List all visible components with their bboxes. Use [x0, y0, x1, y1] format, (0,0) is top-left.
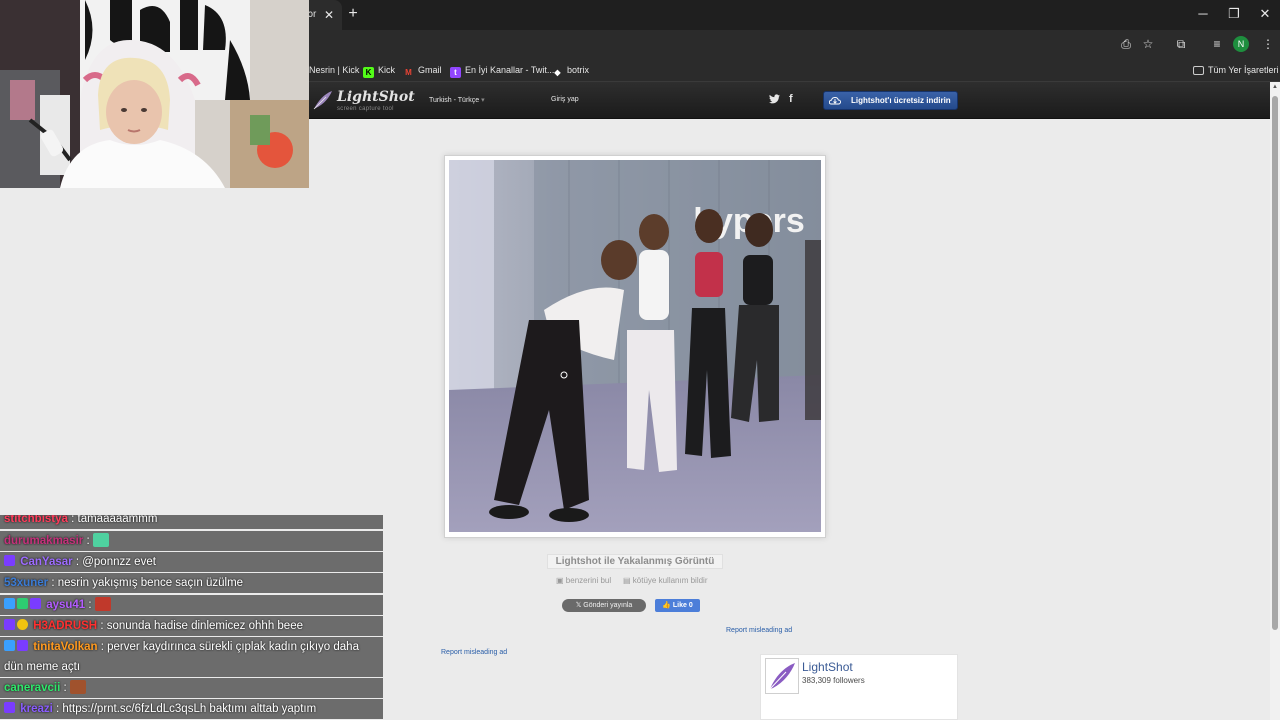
- chat-username: stitchbistya: [4, 515, 68, 525]
- tweet-button[interactable]: 𝕏 Gönderi yayınla: [562, 599, 646, 612]
- kick-icon: K: [363, 67, 374, 78]
- report-ad-link-right[interactable]: Report misleading ad: [726, 627, 792, 634]
- minimize-button[interactable]: ─: [1188, 0, 1218, 30]
- gift-badge-icon: [17, 619, 28, 630]
- extensions-icon[interactable]: ⧉: [1170, 30, 1192, 58]
- facebook-like-button[interactable]: 👍 Like 0: [655, 599, 700, 612]
- restore-button[interactable]: ❐: [1219, 0, 1249, 30]
- bookmark-kick[interactable]: K Kick: [363, 58, 395, 82]
- new-tab-button[interactable]: +: [345, 0, 361, 30]
- chat-message: CanYasar : @ponnzz evet: [0, 552, 383, 572]
- subscriber-badge-icon: [4, 702, 15, 713]
- chat-message: 53xuner : nesrin yakışmış bence saçın üz…: [0, 573, 383, 593]
- chat-username: 53xuner: [4, 577, 49, 589]
- botrix-icon: ◆: [554, 68, 561, 77]
- bookmark-twitch-channels[interactable]: t En İyi Kanallar - Twit...: [450, 58, 554, 82]
- chat-username: durumakmasir: [4, 535, 84, 547]
- chat-text: : https://prnt.sc/6fzLdLc3qsLh baktımı a…: [56, 703, 317, 715]
- twitter-icon[interactable]: [769, 94, 780, 104]
- moderator-badge-icon: [4, 598, 15, 609]
- chat-emote-icon: [92, 533, 109, 547]
- trash-icon: ▤: [623, 576, 631, 585]
- subscriber-badge-icon: [30, 598, 41, 609]
- gmail-icon: M: [405, 68, 412, 77]
- profile-avatar[interactable]: N: [1233, 36, 1249, 52]
- chat-text: :: [86, 535, 90, 547]
- chat-username: caneravcii: [4, 682, 61, 694]
- vip-badge-icon: [17, 598, 28, 609]
- download-cloud-icon: [829, 97, 841, 105]
- moderator-badge-icon: [4, 640, 15, 651]
- bookmark-gmail[interactable]: M Gmail: [403, 58, 441, 82]
- report-abuse-link[interactable]: ▤ kötüye kullanım bildir: [623, 576, 708, 585]
- subscriber-badge-icon: [4, 555, 15, 566]
- chat-username: aysu41: [46, 599, 86, 611]
- language-select[interactable]: Turkish - Türkçe ▾: [429, 96, 485, 104]
- login-link[interactable]: Giriş yap: [551, 96, 579, 103]
- bookmark-star-icon[interactable]: ☆: [1137, 30, 1159, 58]
- twitch-icon: t: [450, 67, 461, 78]
- streamer-webcam-image: [0, 0, 309, 188]
- chat-text: : sonunda hadise dinlemicez ohhh beee: [100, 620, 303, 632]
- find-similar-link[interactable]: ▣ benzerini bul: [556, 576, 611, 585]
- chat-text: : tamaaaaammm: [71, 515, 158, 525]
- chat-message: caneravcii :: [0, 678, 383, 698]
- subscriber-badge-icon: [4, 619, 15, 630]
- chat-username: tinitaVolkan: [33, 641, 98, 653]
- chat-text: :: [63, 682, 67, 694]
- chat-username: H3ADRUSH: [33, 620, 98, 632]
- facebook-icon[interactable]: f: [789, 93, 793, 105]
- screenshot-caption: Lightshot ile Yakalanmış Görüntü: [547, 554, 723, 569]
- download-button[interactable]: Lightshot'ı ücretsiz indirin: [823, 91, 958, 110]
- all-bookmarks-folder[interactable]: Tüm Yer İşaretleri: [1193, 58, 1279, 82]
- chat-message: H3ADRUSH : sonunda hadise dinlemicez ohh…: [0, 616, 383, 636]
- lightshot-page-avatar[interactable]: [765, 658, 799, 694]
- screenshot-image[interactable]: hypers: [449, 160, 821, 532]
- chat-message: durumakmasir :: [0, 531, 383, 551]
- camera-icon: ▣: [556, 576, 564, 585]
- folder-icon: [1193, 66, 1204, 75]
- chat-message: stitchbistya : tamaaaaammm: [0, 515, 383, 529]
- tab-close-icon[interactable]: ✕: [322, 0, 336, 30]
- menu-icon[interactable]: ⋮: [1257, 30, 1279, 58]
- close-window-button[interactable]: ✕: [1250, 0, 1280, 30]
- bookmark-nesrin-kick[interactable]: Nesrin | Kick: [309, 58, 359, 82]
- chat-emote-icon: [69, 680, 86, 694]
- lightshot-brand[interactable]: LightShot: [337, 89, 415, 105]
- chat-emote-icon: [94, 597, 111, 611]
- subscriber-badge-icon: [17, 640, 28, 651]
- bookmark-botrix[interactable]: ◆ botrix: [552, 58, 589, 82]
- webcam-feed: [0, 0, 309, 188]
- x-logo-icon: 𝕏: [575, 602, 582, 609]
- thumbs-up-icon: 👍: [662, 602, 671, 609]
- facebook-page-name[interactable]: LightShot: [802, 660, 853, 674]
- scroll-up-icon[interactable]: ▲: [1271, 84, 1279, 92]
- scroll-thumb[interactable]: [1272, 96, 1278, 630]
- lightshot-tagline: screen capture tool: [337, 106, 394, 112]
- chat-message: aysu41 :: [0, 595, 383, 615]
- feather-logo-icon: [769, 663, 795, 690]
- chat-username: CanYasar: [20, 556, 73, 568]
- facebook-followers: 383,309 followers: [802, 676, 865, 685]
- chat-message: kreazi : https://prnt.sc/6fzLdLc3qsLh ba…: [0, 699, 383, 719]
- chat-message: tinitaVolkan : perver kaydırınca sürekli…: [0, 637, 383, 677]
- stream-chat: stitchbistya : tamaaaaammm durumakmasir …: [0, 515, 383, 720]
- tab-title: ɔr: [308, 9, 317, 20]
- media-controls-icon[interactable]: ≡: [1206, 30, 1228, 58]
- install-app-icon[interactable]: ⎙: [1115, 30, 1137, 58]
- chat-text: :: [88, 599, 92, 611]
- chat-text: : nesrin yakışmış bence saçın üzülme: [51, 577, 244, 589]
- chat-text: : @ponnzz evet: [75, 556, 156, 568]
- dance-studio-photo: hypers: [449, 160, 821, 532]
- chat-username: kreazi: [20, 703, 53, 715]
- chevron-down-icon: ▾: [481, 97, 485, 104]
- feather-logo-icon[interactable]: [312, 89, 334, 111]
- report-ad-link-left[interactable]: Report misleading ad: [441, 649, 507, 656]
